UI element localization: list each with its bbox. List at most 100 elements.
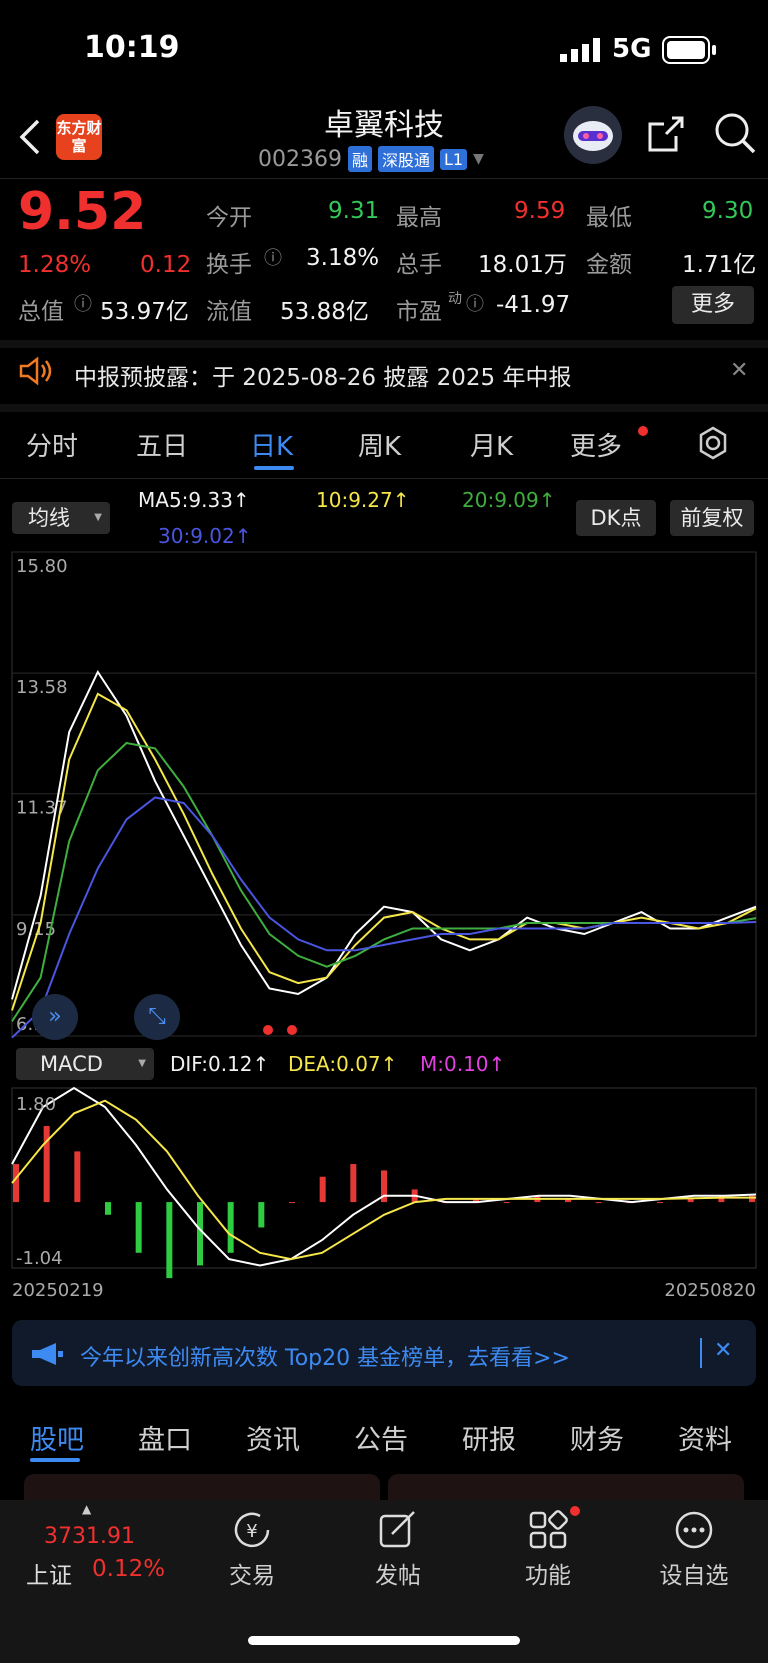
index-name[interactable]: 上证	[26, 1556, 72, 1590]
current-price: 9.52	[18, 182, 147, 242]
tab-five-day[interactable]: 五日	[136, 426, 188, 463]
section-gap	[0, 404, 768, 412]
signal-dot	[263, 1025, 273, 1035]
tab-profile[interactable]: 资料	[678, 1418, 732, 1457]
robot-assistant-icon[interactable]	[564, 106, 622, 164]
float-label: 流值	[206, 299, 252, 325]
divider	[0, 178, 768, 179]
chevron-down-icon: ▼	[94, 512, 102, 523]
search-icon[interactable]	[714, 112, 758, 160]
svg-text:¥: ¥	[246, 1521, 257, 1542]
tab-indicator	[254, 466, 294, 470]
indicator-select-label: 均线	[28, 506, 70, 530]
expand-arrows-icon[interactable]: »	[32, 994, 78, 1040]
ma-line-ma10	[11, 692, 757, 1011]
open-value: 9.31	[328, 198, 380, 224]
more-button[interactable]: 更多	[672, 286, 754, 324]
battery-icon	[662, 36, 718, 68]
home-indicator	[248, 1636, 520, 1645]
indicator-select[interactable]: 均线 ▼	[12, 502, 110, 534]
turnover-value: 3.18%	[306, 245, 380, 271]
macd-axis-label: -1.04	[16, 1248, 63, 1269]
amount-value: 1.71亿	[682, 252, 757, 278]
mktcap-value: 53.97亿	[100, 299, 189, 325]
x-end-label: 20250820	[664, 1280, 756, 1300]
compose-icon[interactable]	[378, 1510, 418, 1554]
tab-research[interactable]: 研报	[462, 1418, 516, 1457]
share-icon[interactable]	[646, 114, 686, 158]
float-value: 53.88亿	[280, 299, 369, 325]
x-start-label: 20250219	[12, 1280, 104, 1300]
nav-functions[interactable]: 功能	[508, 1556, 588, 1590]
tab-more[interactable]: 更多	[570, 426, 622, 463]
low-value: 9.30	[702, 198, 754, 224]
banner-divider	[700, 1338, 702, 1368]
notification-dot	[638, 426, 648, 436]
ma30-label: 30:9.02↑	[158, 524, 252, 548]
chevron-up-icon: ▲	[82, 1502, 92, 1516]
tab-week-k[interactable]: 周K	[358, 426, 401, 463]
nav-post[interactable]: 发帖	[358, 1556, 438, 1590]
signal-icon	[560, 38, 602, 66]
kline-chart[interactable]: 15.8013.5811.379.156.931.80-1.0420250219…	[0, 550, 768, 1300]
dk-point-button[interactable]: DK点	[576, 500, 656, 536]
macd-select[interactable]: MACD ▼	[16, 1048, 154, 1080]
ma10-label: 10:9.27↑	[316, 488, 410, 512]
tab-announcement[interactable]: 公告	[354, 1418, 408, 1457]
price-axis-label: 13.58	[16, 677, 68, 698]
macd-histogram-bar	[166, 1202, 173, 1279]
macd-histogram-bar	[43, 1126, 50, 1203]
settings-gear-icon[interactable]	[696, 426, 730, 464]
open-label: 今开	[206, 205, 252, 231]
info-icon[interactable]: ⓘ	[74, 290, 92, 316]
macd-select-label: MACD	[40, 1052, 103, 1076]
tab-intraday[interactable]: 分时	[26, 426, 78, 463]
macd-histogram-bar	[595, 1202, 602, 1204]
dea-label: DEA:0.07↑	[288, 1052, 398, 1076]
info-icon[interactable]: ⓘ	[264, 244, 282, 270]
apps-icon[interactable]	[528, 1510, 568, 1554]
price-axis-label: 15.80	[16, 556, 68, 577]
chevron-down-icon: ▼	[473, 151, 484, 167]
stock-code-row[interactable]: 002369 融 深股通 L1 ▼	[258, 146, 484, 172]
network-type: 5G	[612, 34, 652, 64]
ma20-label: 20:9.09↑	[462, 488, 556, 512]
ma-line-ma5	[11, 669, 757, 1000]
turnover-label: 换手	[206, 252, 252, 278]
macd-histogram-bar	[197, 1202, 203, 1266]
index-value[interactable]: 3731.91	[44, 1524, 135, 1549]
info-icon[interactable]: ⓘ	[466, 290, 484, 316]
adjust-button[interactable]: 前复权	[670, 500, 754, 536]
macd-axis-label: 1.80	[16, 1094, 56, 1115]
tab-day-k[interactable]: 日K	[250, 426, 293, 463]
close-icon[interactable]: ✕	[714, 1338, 732, 1363]
volume-value: 18.01万	[478, 252, 567, 278]
trade-icon[interactable]: ¥	[230, 1510, 274, 1554]
banner-text[interactable]: 今年以来创新高次数 Top20 基金榜单，去看看>>	[80, 1340, 570, 1372]
index-change[interactable]: 0.12%	[92, 1556, 165, 1582]
change-amount: 0.12	[140, 252, 192, 278]
nav-watchlist[interactable]: 设自选	[650, 1556, 738, 1590]
tag-level: L1	[440, 148, 468, 170]
macd-histogram-bar	[350, 1164, 357, 1203]
macd-histogram-bar	[227, 1202, 234, 1253]
close-icon[interactable]: ✕	[730, 358, 748, 383]
change-percent: 1.28%	[18, 252, 92, 278]
fullscreen-icon[interactable]: ⤡	[134, 994, 180, 1040]
megaphone-icon	[30, 1340, 64, 1372]
tab-guba[interactable]: 股吧	[30, 1418, 84, 1457]
status-time: 10:19	[84, 30, 180, 65]
tab-month-k[interactable]: 月K	[470, 426, 513, 463]
notice-text[interactable]: 中报预披露：于 2025-08-26 披露 2025 年中报	[74, 358, 571, 392]
macd-histogram-bar	[135, 1202, 142, 1253]
signal-dot	[287, 1025, 297, 1035]
pe-value: -41.97	[496, 292, 571, 318]
ma-line-ma20	[11, 741, 757, 1022]
ma5-label: MA5:9.33↑	[138, 488, 250, 512]
nav-trade[interactable]: 交易	[212, 1556, 292, 1590]
dif-label: DIF:0.12↑	[170, 1052, 270, 1076]
tab-finance[interactable]: 财务	[570, 1418, 624, 1457]
more-dots-icon[interactable]	[674, 1510, 714, 1554]
tab-pankou[interactable]: 盘口	[138, 1418, 192, 1457]
tab-news[interactable]: 资讯	[246, 1418, 300, 1457]
